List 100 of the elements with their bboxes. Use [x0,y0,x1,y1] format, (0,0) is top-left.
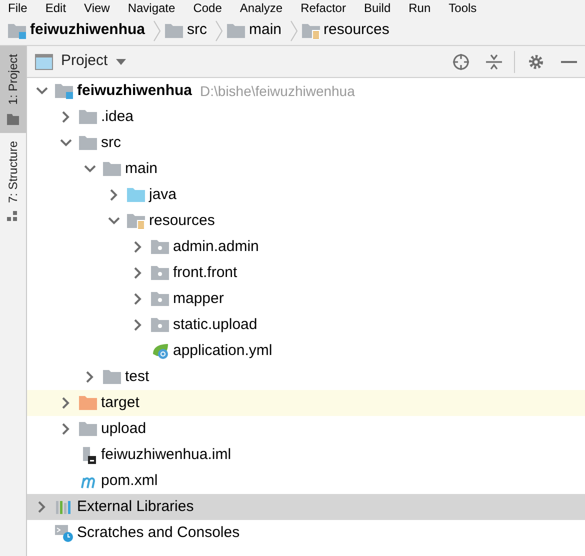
chevron-right-icon[interactable] [132,319,144,331]
menu-item[interactable]: Code [193,0,222,17]
chevron-down-icon[interactable] [36,85,48,97]
tree-item-label: front.front [173,262,238,283]
tree-item-label: mapper [173,288,224,309]
menu-item[interactable]: Run [408,0,431,17]
panel-title: Project [61,51,108,72]
folder-icon [103,160,121,178]
folder-icon [79,134,97,152]
tree-item-label: External Libraries [77,496,194,517]
module-folder-icon [55,82,73,100]
tree-row[interactable]: src [27,130,585,156]
menu-item[interactable]: Analyze [240,0,283,17]
separator-icon [153,20,162,42]
tree-item-label: target [101,392,140,413]
folder-icon [227,22,246,40]
chevron-right-icon[interactable] [132,267,144,279]
tree-row[interactable]: upload [27,416,585,442]
menu-item[interactable]: Build [364,0,391,17]
tree-item-label: feiwuzhiwenhua [77,80,192,101]
separator-icon [290,20,298,42]
tree-item-label: test [125,366,150,387]
tree-row[interactable]: resources [27,208,585,234]
breadcrumb-item[interactable]: main [249,19,282,42]
folder-icon [165,22,184,40]
tree-row[interactable]: target [27,390,585,416]
tree-item-label: application.yml [173,340,272,361]
menu-item[interactable]: Tools [448,0,477,17]
tree-row[interactable]: feiwuzhiwenhua.iml [27,442,585,468]
package-folder-icon [151,316,169,334]
menu-item[interactable]: Navigate [128,0,176,17]
chevron-right-icon[interactable] [36,501,48,513]
chevron-right-icon[interactable] [84,371,96,383]
resources-folder-icon [127,212,145,230]
tree-row[interactable]: External Libraries [27,494,585,520]
tree-item-label: feiwuzhiwenhua.iml [101,444,232,465]
chevron-right-icon[interactable] [60,423,72,435]
scratch-clock-icon [55,524,73,542]
tree-item-label: .idea [101,106,134,127]
settings-icon[interactable] [527,52,545,70]
source-folder-icon [127,186,145,204]
resources-folder-icon [302,22,320,40]
caret-icon [116,58,126,64]
folder-icon [103,368,121,386]
package-folder-icon [151,264,169,282]
breadcrumb-item[interactable]: resources [324,19,390,42]
tree-item-label: upload [101,418,146,439]
folder-icon [79,108,97,126]
tree-item-label: static.upload [173,314,258,335]
tree-row[interactable]: application.yml [27,338,585,364]
folder-icon [79,420,97,438]
side-tab[interactable]: 7: Structure [0,132,26,231]
tree-row[interactable]: static.upload [27,312,585,338]
breadcrumb-item[interactable]: feiwuzhiwenhua [30,19,146,42]
structure-icon [7,210,19,223]
tree-item-label: main [125,158,158,179]
menu-item[interactable]: View [84,0,110,17]
tree-item-label: pom.xml [101,470,158,491]
tree-item-label: resources [149,210,215,231]
chevron-down-icon[interactable] [60,137,72,149]
breadcrumb-item[interactable]: src [187,19,208,42]
tree-row[interactable]: main [27,156,585,182]
project-view-dropdown[interactable]: Project [35,50,126,73]
folder-icon [7,112,19,125]
tree-row[interactable]: test [27,364,585,390]
tree-item-label: java [149,184,177,205]
leaf-icon [151,342,169,360]
tree-row[interactable]: pom.xml [27,468,585,494]
collapse-icon[interactable] [486,52,502,70]
side-tab[interactable]: 1: Project [0,46,26,133]
separator-icon [215,20,224,42]
tree-row[interactable]: java [27,182,585,208]
tree-row[interactable]: .idea [27,104,585,130]
library-bars-icon [55,498,73,516]
tree-row[interactable]: feiwuzhiwenhua D:\bishe\feiwuzhiwenhua [27,78,585,104]
tree-row[interactable]: mapper [27,286,585,312]
tree-item-label: Scratches and Consoles [77,522,240,543]
tree-row[interactable]: admin.admin [27,234,585,260]
locate-icon[interactable] [452,52,470,70]
window-icon [35,54,53,70]
tree-row[interactable]: front.front [27,260,585,286]
package-folder-icon [151,238,169,256]
chevron-right-icon[interactable] [132,241,144,253]
chevron-down-icon[interactable] [84,163,96,175]
menu-item[interactable]: Refactor [300,0,346,17]
package-folder-icon [151,290,169,308]
tree-item-label: admin.admin [173,236,259,257]
chevron-right-icon[interactable] [108,189,120,201]
chevron-right-icon[interactable] [60,111,72,123]
tree-row[interactable]: Scratches and Consoles [27,520,585,546]
excluded-folder-icon [79,394,97,412]
chevron-right-icon[interactable] [60,397,72,409]
chevron-down-icon[interactable] [108,215,120,227]
menu-item[interactable]: File [8,0,28,17]
project-path: D:\bishe\feiwuzhiwenhua [200,82,355,100]
module-folder-icon [8,22,26,40]
chevron-right-icon[interactable] [132,293,144,305]
minimize-icon[interactable] [561,60,577,64]
menu-item[interactable]: Edit [45,0,66,17]
tree-item-label: src [101,132,121,153]
